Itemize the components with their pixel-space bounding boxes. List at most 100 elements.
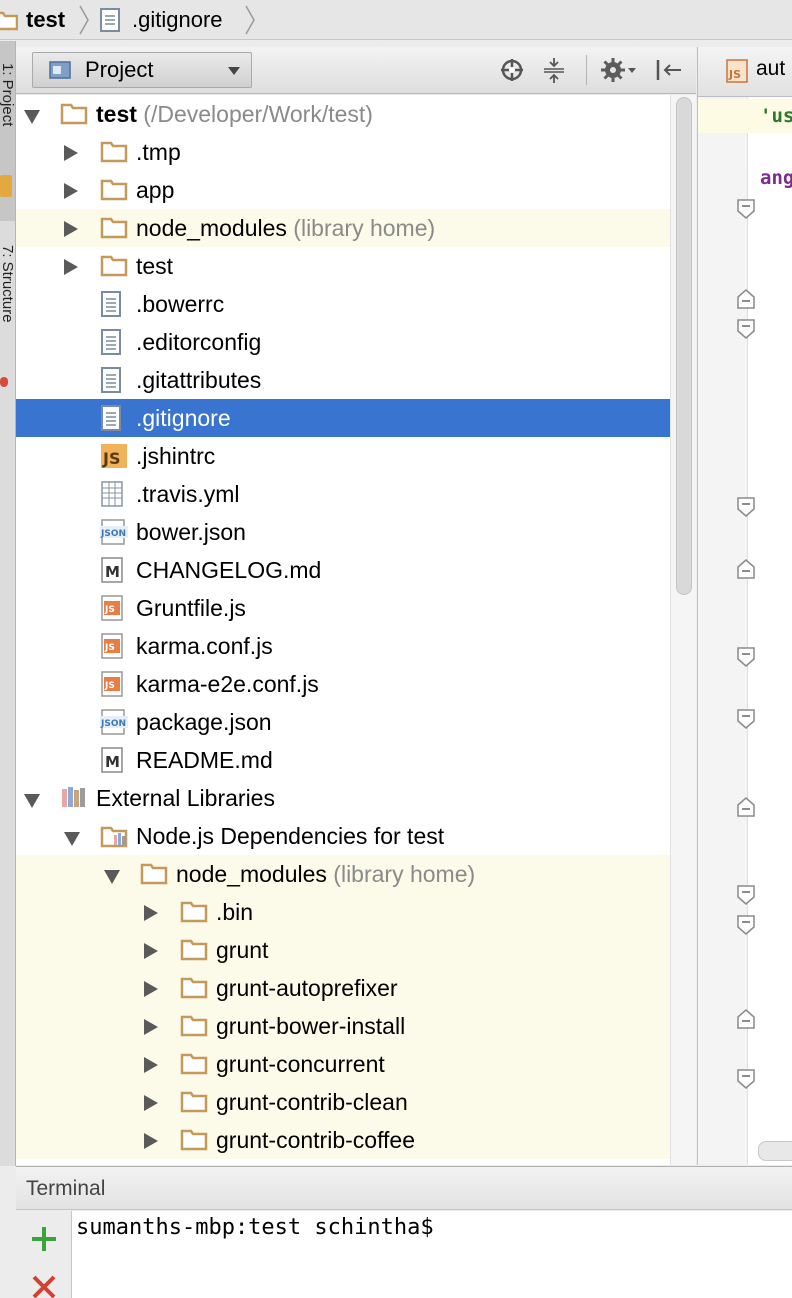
- js-file-icon: JS: [100, 595, 128, 621]
- js-file-icon: JS: [100, 671, 128, 697]
- collapsed-arrow-icon[interactable]: [144, 905, 158, 921]
- tree-item-node-modules-library[interactable]: node_modules (library home): [16, 855, 670, 893]
- structure-tool-tab[interactable]: 7: Structure: [0, 231, 16, 401]
- collapsed-arrow-icon[interactable]: [64, 145, 78, 161]
- tree-item-test[interactable]: test: [16, 247, 670, 285]
- tree-item-editorconfig[interactable]: .editorconfig: [16, 323, 670, 361]
- tree-item-name: node_modules: [176, 861, 327, 887]
- expanded-arrow-icon[interactable]: [64, 832, 80, 846]
- expanded-arrow-icon[interactable]: [24, 794, 40, 808]
- editor-tab[interactable]: JS aut: [697, 47, 792, 97]
- yml-file-icon: [100, 481, 128, 507]
- fold-marker-icon[interactable]: [737, 497, 755, 517]
- tree-item-node-modules[interactable]: node_modules (library home): [16, 209, 670, 247]
- tree-item-label: Gruntfile.js: [136, 589, 246, 627]
- tree-item-grunt-bower-install[interactable]: grunt-bower-install: [16, 1007, 670, 1045]
- close-session-x-icon[interactable]: [28, 1273, 60, 1298]
- structure-tool-tab-label: 7: Structure: [0, 245, 16, 323]
- editor-hscroll-thumb[interactable]: [758, 1141, 792, 1161]
- collapsed-arrow-icon[interactable]: [144, 943, 158, 959]
- terminal-output[interactable]: sumanths-mbp:test schintha$: [72, 1211, 792, 1298]
- tree-item-name: karma-e2e.conf.js: [136, 671, 319, 697]
- tree-item-tmp[interactable]: .tmp: [16, 133, 670, 171]
- tree-item-label: grunt-bower-install: [216, 1007, 405, 1045]
- tree-item-label: README.md: [136, 741, 273, 779]
- fold-marker-icon[interactable]: [737, 885, 755, 905]
- jsbig-file-icon: JS: [100, 443, 128, 469]
- tree-item-nodejs-dependencies[interactable]: Node.js Dependencies for test: [16, 817, 670, 855]
- tree-item-gruntfile-js[interactable]: JS Gruntfile.js: [16, 589, 670, 627]
- tree-item-name: app: [136, 177, 175, 203]
- svg-text:JS: JS: [104, 643, 115, 653]
- gear-icon[interactable]: [599, 55, 639, 85]
- fold-marker-icon[interactable]: [737, 1009, 755, 1029]
- tree-scrollbar[interactable]: [670, 95, 696, 1165]
- tree-item-travis-yml[interactable]: .travis.yml: [16, 475, 670, 513]
- tree-scrollbar-thumb[interactable]: [676, 97, 692, 595]
- tree-item-grunt-concurrent[interactable]: grunt-concurrent: [16, 1045, 670, 1083]
- new-session-plus-icon[interactable]: [28, 1223, 60, 1255]
- breadcrumb-file[interactable]: .gitignore: [100, 0, 223, 40]
- expanded-arrow-icon[interactable]: [104, 870, 120, 884]
- fold-marker-icon[interactable]: [737, 647, 755, 667]
- tree-item-changelog-md[interactable]: M CHANGELOG.md: [16, 551, 670, 589]
- fold-marker-icon[interactable]: [737, 709, 755, 729]
- tree-item-label: Node.js Dependencies for test: [136, 817, 444, 855]
- fold-marker-icon[interactable]: [737, 797, 755, 817]
- tree-item-readme-md[interactable]: M README.md: [16, 741, 670, 779]
- tree-item-name: package.json: [136, 709, 272, 735]
- collapsed-arrow-icon[interactable]: [64, 183, 78, 199]
- fold-marker-icon[interactable]: [737, 915, 755, 935]
- tree-item-grunt-contrib-coffee[interactable]: grunt-contrib-coffee: [16, 1121, 670, 1159]
- collapsed-arrow-icon[interactable]: [144, 1019, 158, 1035]
- hide-panel-icon[interactable]: [654, 55, 684, 85]
- tree-item-jshintrc[interactable]: JS .jshintrc: [16, 437, 670, 475]
- tree-item-bower-json[interactable]: JSON bower.json: [16, 513, 670, 551]
- collapsed-arrow-icon[interactable]: [64, 221, 78, 237]
- collapsed-arrow-icon[interactable]: [144, 1057, 158, 1073]
- tree-item-app[interactable]: app: [16, 171, 670, 209]
- code-editor[interactable]: 'us ang: [697, 97, 792, 1165]
- project-view-icon: [49, 61, 71, 79]
- tree-item-grunt[interactable]: grunt: [16, 931, 670, 969]
- tree-item-karma-e2e-conf-js[interactable]: JS karma-e2e.conf.js: [16, 665, 670, 703]
- collapse-all-icon[interactable]: [539, 55, 569, 85]
- project-tool-tab[interactable]: 1: Project: [0, 41, 15, 221]
- tree-item-name: grunt-bower-install: [216, 1013, 406, 1039]
- collapsed-arrow-icon[interactable]: [144, 1095, 158, 1111]
- collapsed-arrow-icon[interactable]: [144, 981, 158, 997]
- tree-item-karma-conf-js[interactable]: JS karma.conf.js: [16, 627, 670, 665]
- tree-item-external-libraries[interactable]: External Libraries: [16, 779, 670, 817]
- tree-item-name: test: [96, 101, 137, 127]
- locate-icon[interactable]: [497, 55, 527, 85]
- expanded-arrow-icon[interactable]: [24, 110, 40, 124]
- collapsed-arrow-icon[interactable]: [64, 259, 78, 275]
- tree-item-root[interactable]: test (/Developer/Work/test): [16, 95, 670, 133]
- tree-item-bowerrc[interactable]: .bowerrc: [16, 285, 670, 323]
- tree-item-label: .bowerrc: [136, 285, 224, 323]
- project-view-selector[interactable]: Project: [32, 52, 252, 88]
- fold-marker-icon[interactable]: [737, 559, 755, 579]
- tree-item-package-json[interactable]: JSON package.json: [16, 703, 670, 741]
- tree-item-gitattributes[interactable]: .gitattributes: [16, 361, 670, 399]
- tree-item-label: grunt: [216, 931, 268, 969]
- fold-marker-icon[interactable]: [737, 199, 755, 219]
- tree-item-grunt-contrib-clean[interactable]: grunt-contrib-clean: [16, 1083, 670, 1121]
- json-file-icon: JSON: [100, 519, 128, 545]
- breadcrumb-project[interactable]: test: [0, 0, 65, 40]
- tree-item-grunt-autoprefixer[interactable]: grunt-autoprefixer: [16, 969, 670, 1007]
- tree-item-label: grunt-contrib-clean: [216, 1083, 408, 1121]
- fold-marker-icon[interactable]: [737, 289, 755, 309]
- tree-item-label: node_modules (library home): [176, 855, 475, 893]
- fold-marker-icon[interactable]: [737, 1069, 755, 1089]
- json-file-icon: JSON: [100, 709, 128, 735]
- tree-item-bin[interactable]: .bin: [16, 893, 670, 931]
- collapsed-arrow-icon[interactable]: [144, 1133, 158, 1149]
- folder-icon: [180, 1013, 208, 1039]
- svg-text:JSON: JSON: [100, 529, 126, 539]
- breadcrumb-file-label: .gitignore: [132, 7, 223, 32]
- tree-item-gitignore[interactable]: .gitignore: [16, 399, 670, 437]
- svg-text:JS: JS: [102, 449, 120, 468]
- fold-marker-icon[interactable]: [737, 319, 755, 339]
- svg-text:JSON: JSON: [100, 719, 126, 729]
